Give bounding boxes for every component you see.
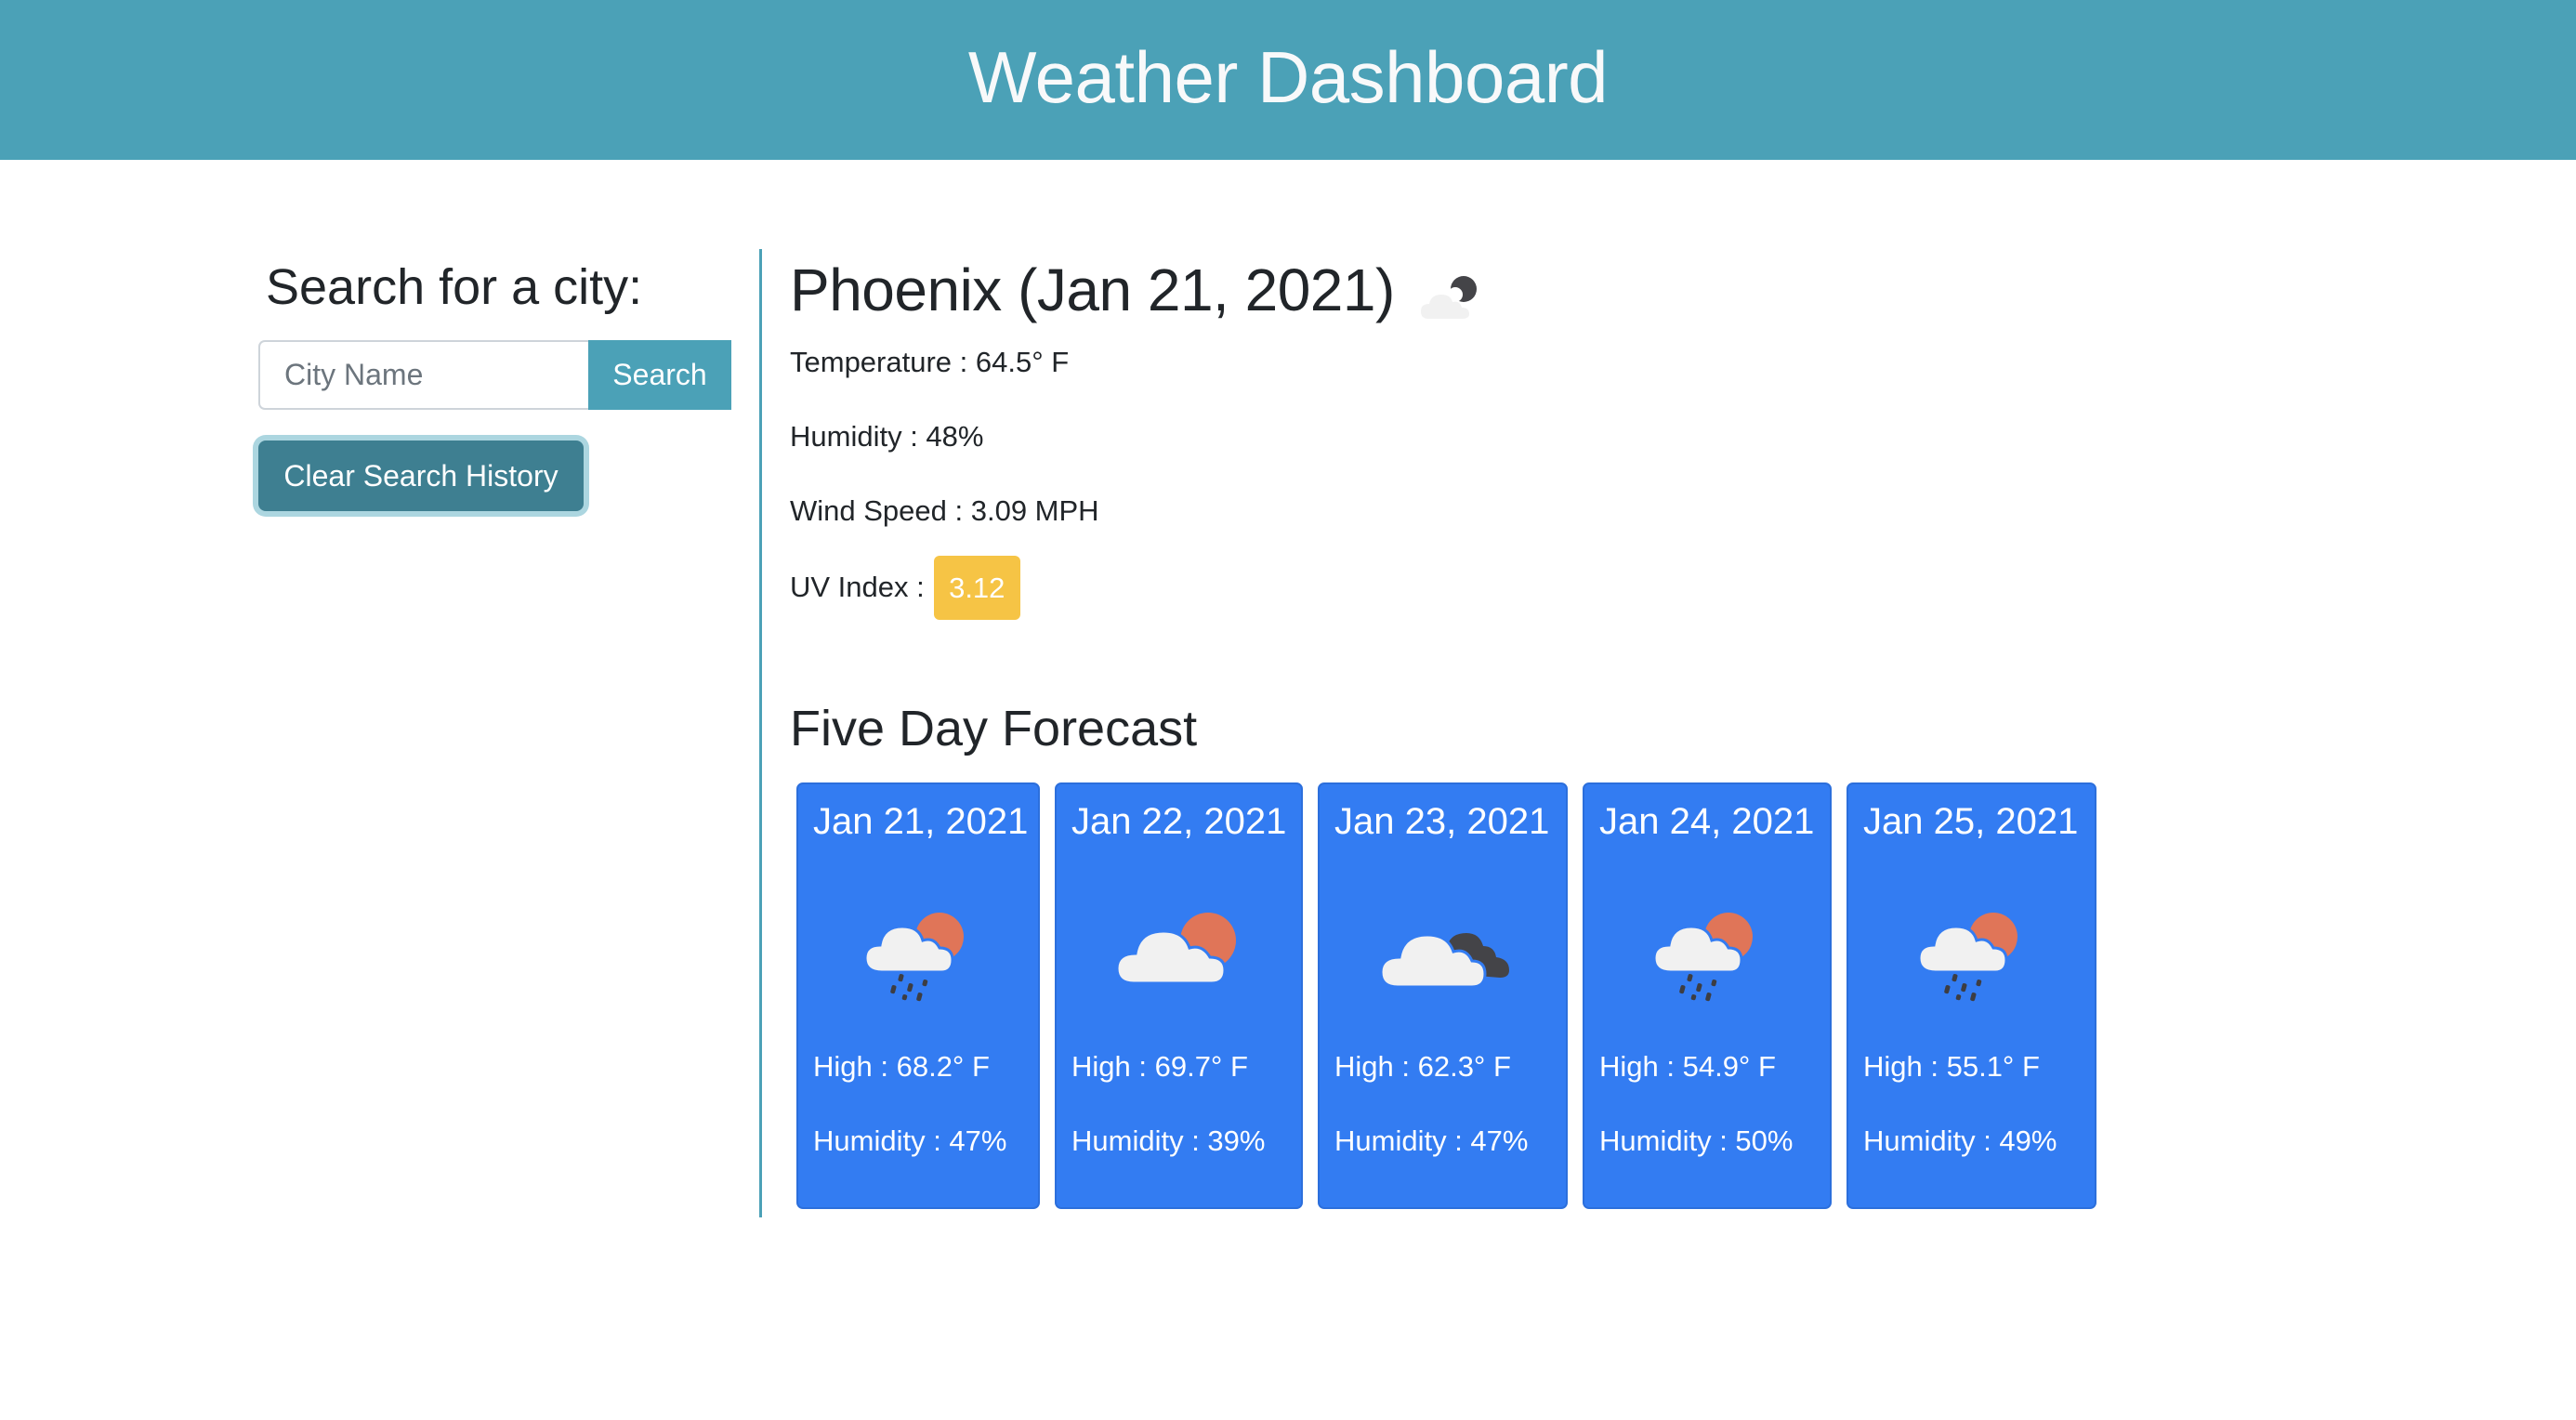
forecast-high: High : 68.2° F <box>813 1050 990 1083</box>
forecast-high: High : 69.7° F <box>1071 1050 1248 1083</box>
current-weather-header: Phoenix (Jan 21, 2021) <box>790 253 2277 327</box>
search-button[interactable]: Search <box>588 340 731 410</box>
app-header: Weather Dashboard <box>0 0 2576 160</box>
forecast-card: Jan 23, 2021 High : 62.3° F Humidity : 4… <box>1318 782 1568 1209</box>
forecast-humidity: Humidity : 47% <box>1334 1124 1529 1157</box>
weather-main: Phoenix (Jan 21, 2021) Temperature : 64.… <box>790 249 2277 1209</box>
forecast-date: Jan 24, 2021 <box>1599 801 1815 842</box>
forecast-high: High : 54.9° F <box>1599 1050 1776 1083</box>
cloud-sun-icon <box>1114 913 1236 985</box>
rain-cloud-sun-icon <box>1652 913 1753 1002</box>
forecast-humidity: Humidity : 50% <box>1599 1124 1794 1157</box>
forecast-title: Five Day Forecast <box>790 701 1198 756</box>
rain-cloud-sun-icon <box>863 913 964 1002</box>
forecast-card: Jan 21, 2021 High : 68.2° F Humidity : 4… <box>796 782 1040 1209</box>
forecast-high: High : 55.1° F <box>1863 1050 2040 1083</box>
cloud-moon-icon <box>1420 276 1477 319</box>
uv-index-badge: 3.12 <box>933 555 1020 620</box>
city-search-input[interactable] <box>258 340 588 410</box>
column-divider <box>759 249 762 1217</box>
forecast-date: Jan 21, 2021 <box>813 801 1029 842</box>
current-uv-index: UV Index : 3.12 <box>790 555 1020 620</box>
search-group: Search <box>258 340 731 410</box>
forecast-date: Jan 22, 2021 <box>1071 801 1287 842</box>
search-sidebar: Search for a city: Search Clear Search H… <box>258 249 742 511</box>
current-city-title: Phoenix (Jan 21, 2021) <box>790 256 1395 323</box>
forecast-humidity: Humidity : 47% <box>813 1124 1007 1157</box>
clear-search-history-button[interactable]: Clear Search History <box>258 440 584 511</box>
forecast-date: Jan 25, 2021 <box>1863 801 2079 842</box>
forecast-card: Jan 25, 2021 High : 55.1° F Humidity : 4… <box>1847 782 2096 1209</box>
forecast-humidity: Humidity : 49% <box>1863 1124 2057 1157</box>
rain-cloud-sun-icon <box>1916 913 2017 1002</box>
uv-index-label: UV Index : <box>790 571 925 603</box>
forecast-card: Jan 24, 2021 High : 54.9° F Humidity : 5… <box>1583 782 1832 1209</box>
search-heading: Search for a city: <box>266 259 643 315</box>
forecast-date: Jan 23, 2021 <box>1334 801 1550 842</box>
forecast-cards: Jan 21, 2021 High : 68.2° F Humidity : 4… <box>796 782 2096 1209</box>
forecast-humidity: Humidity : 39% <box>1071 1124 1266 1157</box>
current-temperature: Temperature : 64.5° F <box>790 346 1070 378</box>
forecast-high: High : 62.3° F <box>1334 1050 1511 1083</box>
current-wind-speed: Wind Speed : 3.09 MPH <box>790 494 1099 527</box>
broken-clouds-icon <box>1378 933 1509 989</box>
forecast-card: Jan 22, 2021 High : 69.7° F Humidity : 3… <box>1055 782 1303 1209</box>
current-humidity: Humidity : 48% <box>790 420 984 453</box>
app-title: Weather Dashboard <box>967 35 1609 118</box>
